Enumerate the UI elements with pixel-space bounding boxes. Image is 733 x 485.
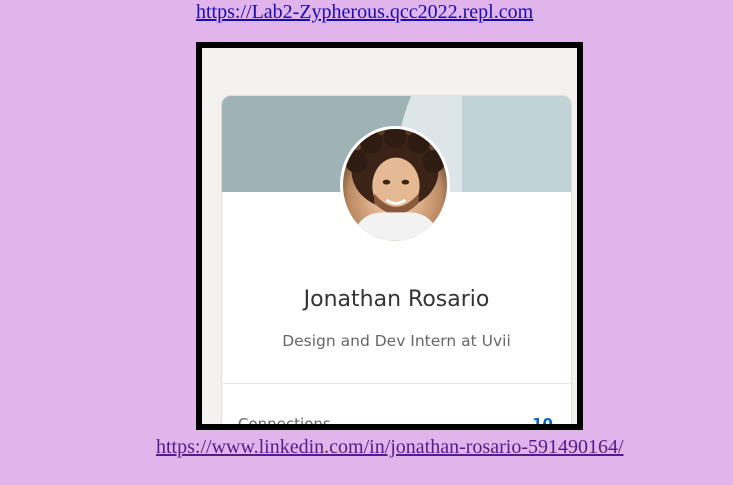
profile-name: Jonathan Rosario xyxy=(303,287,490,312)
linkedin-link[interactable]: https://www.linkedin.com/in/jonathan-ros… xyxy=(156,435,624,459)
card-divider xyxy=(222,383,571,384)
profile-headline: Design and Dev Intern at Uvii xyxy=(282,332,511,350)
connections-label: Connections xyxy=(238,415,331,430)
avatar-photo xyxy=(344,129,446,241)
repl-link[interactable]: https://Lab2-Zypherous.qcc2022.repl.com xyxy=(196,0,533,24)
profile-card: Jonathan Rosario Design and Dev Intern a… xyxy=(221,95,572,430)
profile-screenshot-frame: Jonathan Rosario Design and Dev Intern a… xyxy=(196,42,583,430)
avatar xyxy=(340,126,450,244)
banner-right-shape xyxy=(462,96,571,192)
connections-count: 10 xyxy=(532,415,553,430)
